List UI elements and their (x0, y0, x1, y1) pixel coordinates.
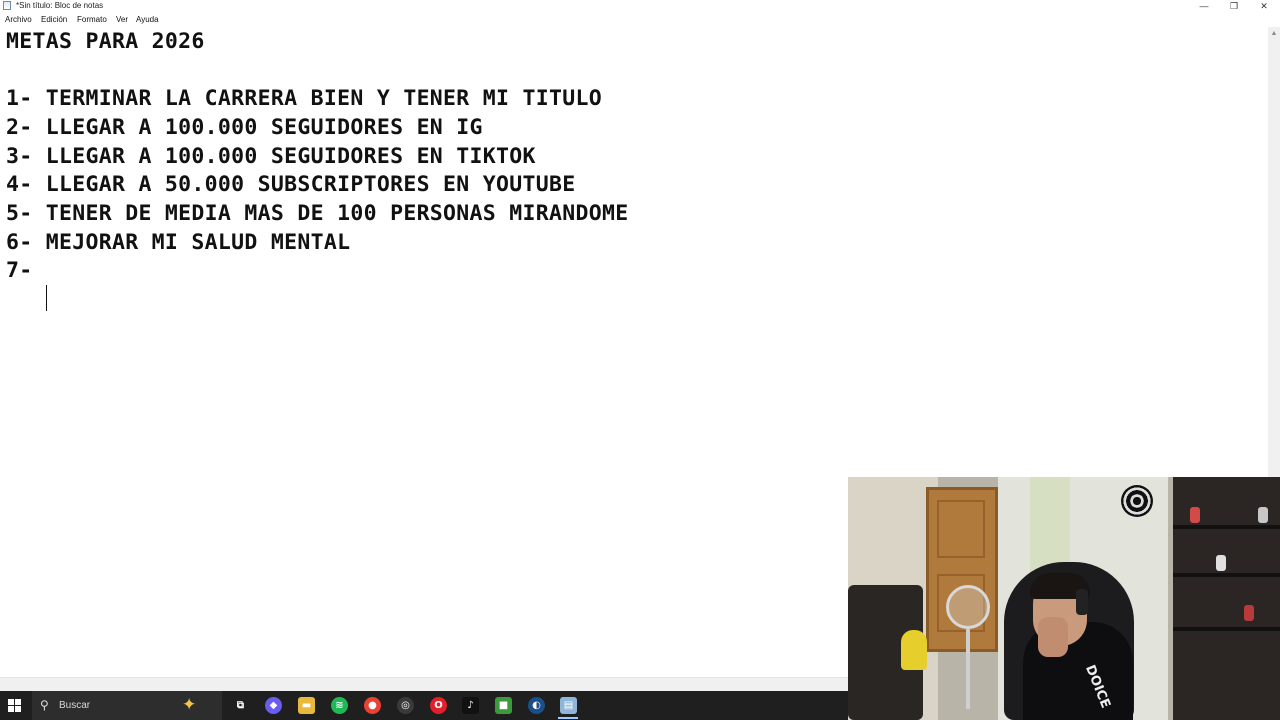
headset-icon (1076, 589, 1088, 615)
restore-button[interactable]: ❐ (1219, 0, 1249, 12)
taskbar: ⚲ Buscar ✦ ⧉ ◆ ▬ ≋ ● ◎ O ♪ ■ ◐ ▤ (0, 691, 848, 720)
search-placeholder: Buscar (59, 700, 91, 711)
webcam-fan (946, 585, 990, 629)
shelf-figure (1216, 555, 1226, 571)
goal-line-6: 6- MEJORAR MI SALUD MENTAL (6, 230, 351, 255)
obs-icon[interactable]: ◎ (397, 697, 414, 714)
notepad-taskbar-icon[interactable]: ▤ (560, 697, 577, 714)
copilot-icon[interactable]: ◆ (265, 697, 282, 714)
windows-start-icon[interactable] (8, 699, 21, 712)
menu-formato[interactable]: Formato (77, 13, 107, 26)
menu-ver[interactable]: Ver (116, 13, 128, 26)
notepad-app-icon (3, 1, 11, 10)
scroll-up-icon[interactable]: ▲ (1270, 30, 1278, 38)
goal-line-2: 2- LLEGAR A 100.000 SEGUIDORES EN IG (6, 115, 483, 140)
menu-archivo[interactable]: Archivo (5, 13, 32, 26)
shelf-figure (1244, 605, 1254, 621)
task-view-icon[interactable]: ⧉ (232, 697, 249, 714)
taskbar-search-box[interactable]: ⚲ Buscar ✦ (32, 691, 222, 720)
minecraft-icon[interactable]: ■ (495, 697, 512, 714)
steam-icon[interactable]: ◐ (528, 697, 545, 714)
dartboard-icon (1121, 485, 1153, 517)
minimize-button[interactable]: — (1189, 0, 1219, 12)
text-caret (46, 285, 47, 311)
document-heading: METAS PARA 2026 (6, 29, 205, 54)
menu-ayuda[interactable]: Ayuda (136, 13, 159, 26)
shelf-figure (1190, 507, 1200, 523)
tiktok-icon[interactable]: ♪ (462, 697, 479, 714)
spotify-icon[interactable]: ≋ (331, 697, 348, 714)
goal-line-5: 5- TENER DE MEDIA MAS DE 100 PERSONAS MI… (6, 201, 629, 226)
goal-line-3: 3- LLEGAR A 100.000 SEGUIDORES EN TIKTOK (6, 144, 536, 169)
horizontal-scrollbar[interactable] (0, 677, 848, 692)
title-bar: *Sin título: Bloc de notas — ❐ ✕ (0, 0, 1280, 12)
goal-line-4: 4- LLEGAR A 50.000 SUBSCRIPTORES EN YOUT… (6, 172, 576, 197)
active-app-indicator (558, 717, 578, 719)
search-icon: ⚲ (40, 698, 49, 712)
file-explorer-icon[interactable]: ▬ (298, 697, 315, 714)
chrome-icon[interactable]: ● (364, 697, 381, 714)
sparkle-icon: ✦ (182, 695, 197, 714)
close-button[interactable]: ✕ (1249, 0, 1279, 12)
shelf-figure (1258, 507, 1268, 523)
webcam-minion-figure (901, 630, 927, 670)
goal-line-7: 7- (6, 258, 46, 283)
menu-bar: Archivo Edición Formato Ver Ayuda (0, 13, 1280, 26)
window-title: *Sin título: Bloc de notas (16, 1, 104, 10)
menu-edicion[interactable]: Edición (41, 13, 67, 26)
opera-icon[interactable]: O (430, 697, 447, 714)
webcam-overlay: DOICE (848, 477, 1280, 720)
goal-line-1: 1- TERMINAR LA CARRERA BIEN Y TENER MI T… (6, 86, 602, 111)
